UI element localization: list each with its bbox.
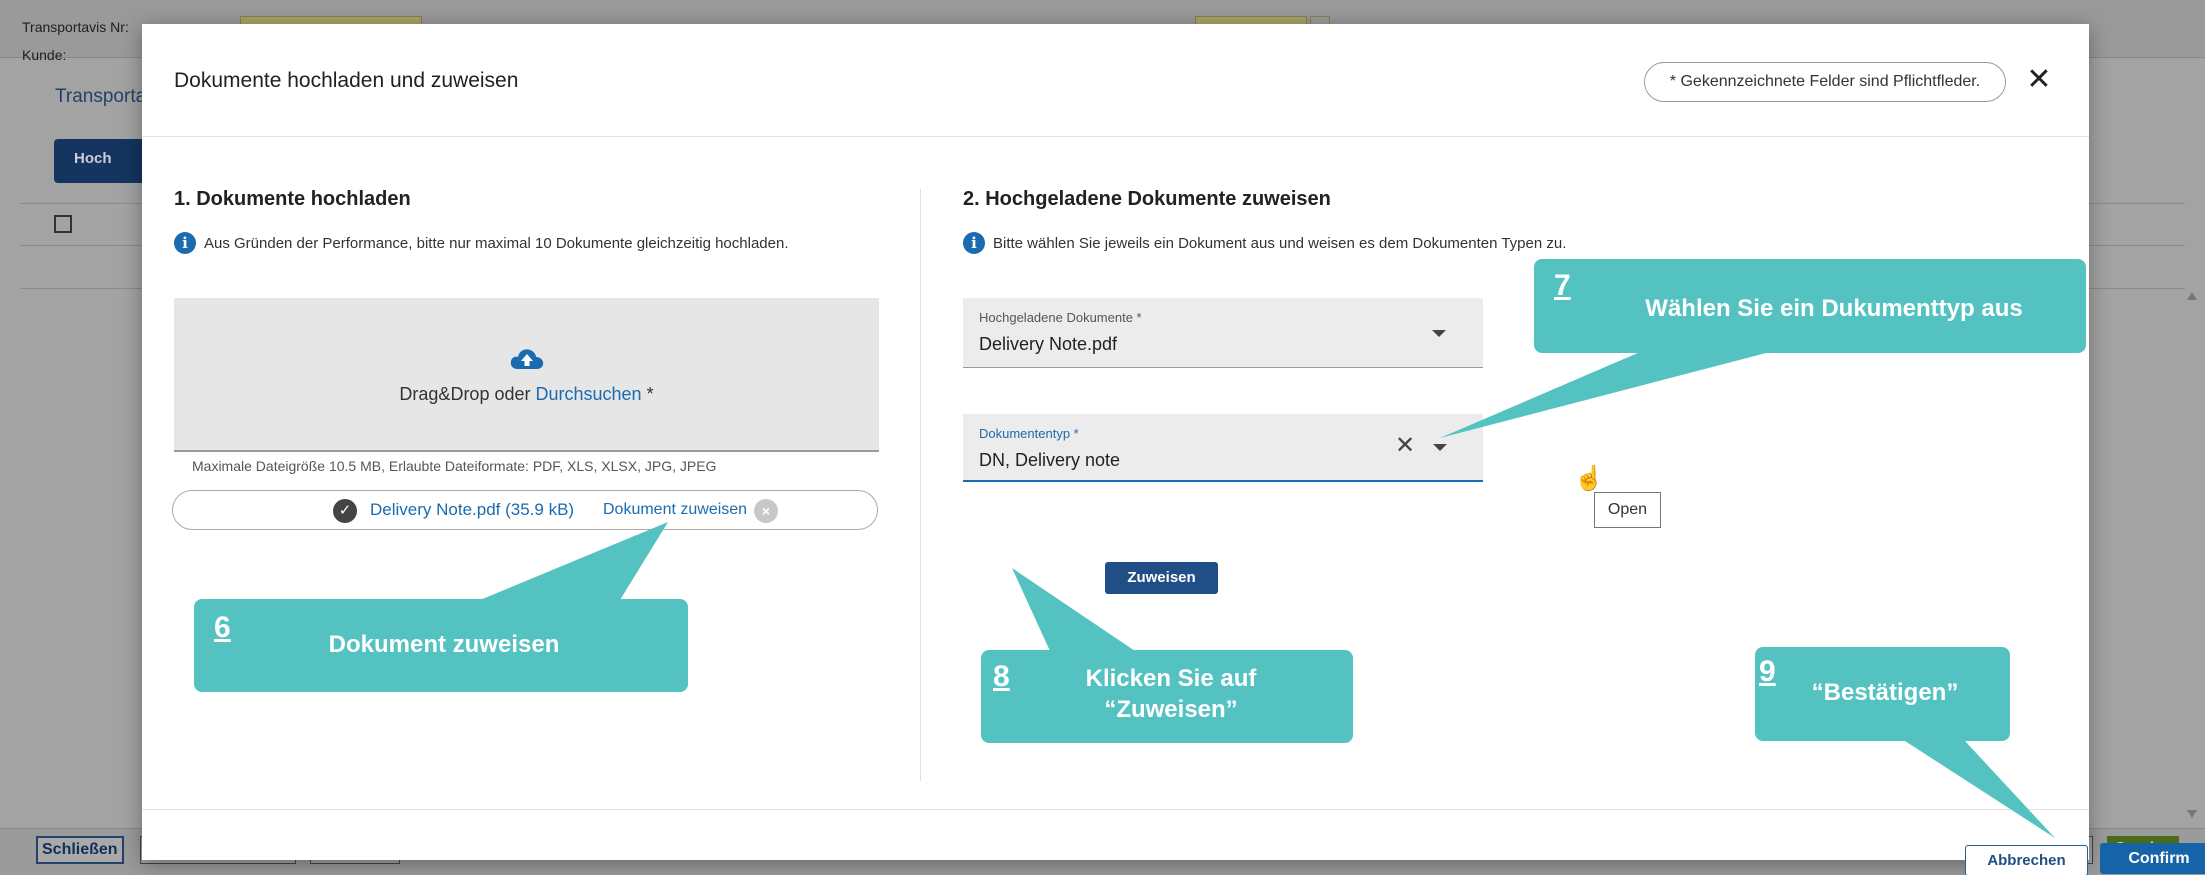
background-scrollbar [2187,292,2197,818]
confirm-button[interactable]: Confirm [2100,843,2205,874]
callout-6-number: 6 [214,611,231,644]
callout-7-text: Wählen Sie ein Dukumenttyp aus [1645,295,2023,322]
dialog-title: Dokumente hochladen und zuweisen [174,69,519,92]
open-tooltip: Open [1594,492,1661,528]
customer-label: Kunde: [22,47,67,63]
max-size-hint: Maximale Dateigröße 10.5 MB, Erlaubte Da… [192,458,717,474]
uploaded-file-item: ✓ Delivery Note.pdf (35.9 kB) Dokument z… [172,490,878,530]
callout-8-number: 8 [993,660,1010,693]
remove-file-icon[interactable]: × [754,499,778,523]
assign-document-link[interactable]: Dokument zuweisen [603,501,747,519]
close-icon[interactable]: ✕ [2022,64,2056,98]
callout-6: 6 Dokument zuweisen [194,599,688,692]
file-dropzone[interactable]: Drag&Drop oder Durchsuchen * [174,298,879,452]
upload-info: i Aus Gründen der Performance, bitte nur… [174,232,788,254]
dialog-header: Dokumente hochladen und zuweisen * Geken… [142,24,2089,137]
document-type-select[interactable]: Dokumententyp * DN, Delivery note ✕ [963,414,1483,482]
hand-cursor-icon: ☝ [1574,465,1604,492]
callout-9-number: 9 [1759,655,1776,688]
callout-7: 7 Wählen Sie ein Dukumenttyp aus [1534,259,2086,353]
check-icon: ✓ [333,499,357,523]
assign-info-text: Bitte wählen Sie jeweils ein Dokument au… [993,234,1567,252]
callout-7-number: 7 [1554,269,1571,302]
assign-section-title: 2. Hochgeladene Dokumente zuweisen [963,188,1331,210]
callout-6-text: Dokument zuweisen [328,631,560,658]
upload-info-text: Aus Gründen der Performance, bitte nur m… [204,234,789,252]
uploaded-documents-select[interactable]: Hochgeladene Dokumente * Delivery Note.p… [963,298,1483,368]
required-marker: * [641,384,654,404]
uploaded-documents-value: Delivery Note.pdf [979,334,1118,354]
cancel-button[interactable]: Abbrechen [1965,845,2088,875]
browse-link[interactable]: Durchsuchen [536,384,642,404]
background-select-all-checkbox [54,215,72,233]
dialog-footer-divider [142,809,2089,810]
callout-9: 9 “Bestätigen” [1755,647,2010,741]
background-tab: Transporta [55,86,147,107]
cloud-upload-icon [510,349,544,369]
callout-8: 8 Klicken Sie auf “Zuweisen” [981,650,1353,743]
clear-icon[interactable]: ✕ [1395,434,1415,458]
column-divider [920,189,921,781]
info-icon: i [174,232,196,254]
required-fields-note: * Gekennzeichnete Felder sind Pflichtfle… [1644,62,2006,102]
transport-label: Transportavis Nr: [22,19,129,35]
uploaded-documents-label: Hochgeladene Dokumente * [979,310,1142,325]
document-type-value: DN, Delivery note [979,450,1121,470]
assign-info: i Bitte wählen Sie jeweils ein Dokument … [963,232,1566,254]
background-close-button: Schließen [36,836,124,864]
document-type-label: Dokumententyp * [979,426,1079,441]
chevron-down-icon[interactable] [1432,330,1446,337]
info-icon: i [963,232,985,254]
assign-button[interactable]: Zuweisen [1105,562,1218,594]
callout-9-text: “Bestätigen” [1811,679,1959,706]
chevron-down-icon[interactable] [1433,444,1447,451]
callout-8-text: Klicken Sie auf “Zuweisen” [1085,665,1257,724]
uploaded-file-name[interactable]: Delivery Note.pdf (35.9 kB) [370,500,574,520]
background-upload-button: Hoch [54,139,154,183]
dropzone-text: Drag&Drop oder Durchsuchen * [174,384,879,405]
upload-section-title: 1. Dokumente hochladen [174,188,411,210]
dropzone-label: Drag&Drop oder [399,384,536,404]
